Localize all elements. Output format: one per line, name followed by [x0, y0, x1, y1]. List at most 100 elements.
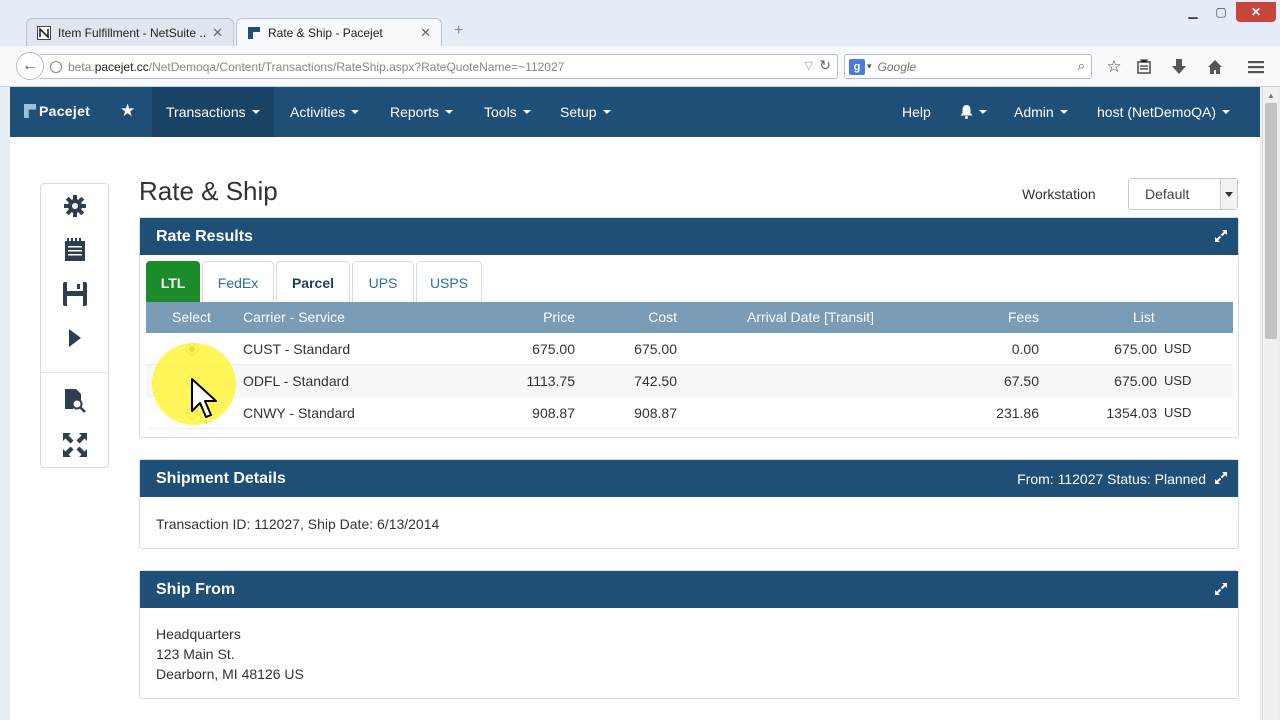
- netsuite-favicon-icon: [37, 25, 51, 40]
- close-tab-icon[interactable]: ✕: [212, 25, 223, 41]
- col-fees[interactable]: Fees: [1008, 309, 1039, 325]
- window-close-icon[interactable]: ✕: [1236, 2, 1276, 22]
- menu-admin[interactable]: Admin: [1000, 87, 1082, 137]
- fees: 231.86: [996, 405, 1039, 421]
- table-header-row: Select Carrier - Service Price Cost Arri…: [146, 302, 1233, 333]
- col-price[interactable]: Price: [543, 309, 575, 325]
- mouse-pointer-icon: [191, 378, 217, 418]
- download-icon[interactable]: [1168, 56, 1190, 78]
- url-text: beta.pacejet.cc/NetDemoqa/Content/Transa…: [68, 59, 565, 74]
- price: 908.87: [532, 405, 575, 421]
- carrier-service: CUST - Standard: [243, 341, 351, 357]
- browser-tab-pacejet[interactable]: Rate & Ship - Pacejet ✕: [236, 18, 442, 46]
- pacejet-logo[interactable]: Pacejet: [24, 103, 90, 119]
- scroll-up-icon[interactable]: ▲: [1267, 91, 1275, 100]
- scrollbar-thumb[interactable]: [1265, 103, 1277, 339]
- menu-reports[interactable]: Reports: [376, 87, 467, 137]
- chevron-down-icon: [351, 110, 360, 114]
- address-line: 123 Main St.: [156, 646, 235, 662]
- page-scrollbar[interactable]: ▲: [1262, 87, 1278, 720]
- chevron-down-icon: [445, 110, 454, 114]
- menu-tools[interactable]: Tools: [470, 87, 545, 137]
- table-row[interactable]: CNWY - Standard 908.87 908.87 231.86 135…: [146, 397, 1233, 429]
- window-maximize-icon[interactable]: ▢: [1208, 2, 1234, 22]
- browser-tab-strip: Item Fulfillment - NetSuite ... ✕ Rate &…: [0, 0, 1280, 46]
- hamburger-menu-icon[interactable]: [1245, 56, 1267, 78]
- browser-tab-netsuite[interactable]: Item Fulfillment - NetSuite ... ✕: [26, 18, 234, 46]
- tab-ltl[interactable]: LTL: [146, 261, 200, 303]
- bookmark-star-icon[interactable]: ☆: [1103, 56, 1125, 78]
- search-placeholder: Google: [877, 59, 917, 74]
- browser-tab-label: Rate & Ship - Pacejet: [268, 25, 383, 40]
- tab-fedex[interactable]: FedEx: [202, 261, 274, 303]
- tab-usps[interactable]: USPS: [416, 261, 482, 303]
- search-engine-dropdown-icon[interactable]: ▾: [867, 61, 872, 72]
- col-carrier-service[interactable]: Carrier - Service: [243, 309, 345, 325]
- back-arrow-icon[interactable]: ←: [16, 52, 44, 80]
- chevron-down-icon: [1222, 110, 1231, 114]
- panel-header: Rate Results: [140, 218, 1238, 255]
- search-icon[interactable]: ⌕: [1078, 58, 1085, 74]
- reading-list-icon[interactable]: [1133, 56, 1155, 78]
- menu-activities[interactable]: Activities: [276, 87, 373, 137]
- home-icon[interactable]: [1204, 56, 1226, 78]
- chevron-down-icon: [251, 110, 260, 114]
- menu-setup[interactable]: Setup: [546, 87, 625, 137]
- close-tab-icon[interactable]: ✕: [420, 25, 431, 41]
- select-arrow-icon: [1220, 179, 1237, 209]
- google-icon: g: [849, 58, 865, 75]
- favorites-star-icon[interactable]: ★: [120, 101, 135, 121]
- page-title: Rate & Ship: [139, 176, 278, 206]
- price: 675.00: [532, 341, 575, 357]
- search-input[interactable]: g ▾ Google ⌕: [844, 54, 1092, 79]
- workstation-select[interactable]: Default: [1128, 178, 1238, 210]
- document-search-icon[interactable]: [61, 387, 89, 415]
- ship-from-address: Headquarters 123 Main St. Dearborn, MI 4…: [156, 624, 304, 684]
- new-tab-plus-icon[interactable]: +: [454, 22, 463, 40]
- workstation-label: Workstation: [1022, 186, 1096, 202]
- chevron-down-icon: [602, 110, 611, 114]
- notepad-icon[interactable]: [61, 236, 89, 264]
- col-arrival-date[interactable]: Arrival Date [Transit]: [747, 309, 874, 325]
- fullscreen-expand-icon[interactable]: [61, 431, 89, 459]
- panel-title: Rate Results: [156, 227, 253, 245]
- gear-icon[interactable]: [61, 192, 89, 220]
- list: 675.00: [1114, 341, 1157, 357]
- bell-icon: [960, 105, 973, 119]
- menu-transactions[interactable]: Transactions: [152, 87, 274, 137]
- window-minimize-icon[interactable]: ▁: [1180, 2, 1206, 22]
- panel-header: Ship From: [140, 571, 1238, 608]
- menu-help[interactable]: Help: [888, 87, 945, 137]
- currency: USD: [1164, 373, 1192, 388]
- menu-host[interactable]: host (NetDemoQA): [1083, 87, 1244, 137]
- col-cost[interactable]: Cost: [648, 309, 677, 325]
- tab-parcel[interactable]: Parcel: [276, 261, 350, 303]
- table-row[interactable]: CUST - Standard 675.00 675.00 0.00 675.0…: [146, 333, 1233, 365]
- save-floppy-icon[interactable]: [61, 280, 89, 308]
- reload-icon[interactable]: ↻: [819, 57, 831, 74]
- url-dropdown-icon[interactable]: ▽: [805, 59, 813, 72]
- cost: 675.00: [634, 341, 677, 357]
- list: 1354.03: [1106, 405, 1157, 421]
- list: 675.00: [1114, 373, 1157, 389]
- chevron-down-icon: [1059, 110, 1068, 114]
- col-list[interactable]: List: [1133, 309, 1155, 325]
- price: 1113.75: [526, 373, 575, 389]
- col-select[interactable]: Select: [172, 309, 211, 325]
- rate-results-panel: Rate Results LTL FedEx Parcel UPS USPS S…: [139, 217, 1239, 438]
- browser-nav-bar: beta.pacejet.cc/NetDemoqa/Content/Transa…: [0, 46, 1280, 87]
- rate-results-table: Select Carrier - Service Price Cost Arri…: [146, 302, 1233, 429]
- currency: USD: [1164, 341, 1192, 356]
- panel-title: Shipment Details: [156, 469, 286, 487]
- panel-header: Shipment Details From: 112027 Status: Pl…: [140, 460, 1238, 497]
- play-icon[interactable]: [61, 324, 89, 352]
- tab-ups[interactable]: UPS: [352, 261, 414, 303]
- currency: USD: [1164, 405, 1192, 420]
- address-line: Headquarters: [156, 626, 241, 642]
- expand-arrows-icon[interactable]: [1214, 582, 1228, 596]
- notifications-bell-menu[interactable]: [946, 87, 1001, 137]
- table-row[interactable]: ODFL - Standard 1113.75 742.50 67.50 675…: [146, 365, 1233, 397]
- address-bar[interactable]: beta.pacejet.cc/NetDemoqa/Content/Transa…: [40, 54, 838, 79]
- expand-arrows-icon[interactable]: [1214, 471, 1228, 485]
- expand-arrows-icon[interactable]: [1214, 229, 1228, 243]
